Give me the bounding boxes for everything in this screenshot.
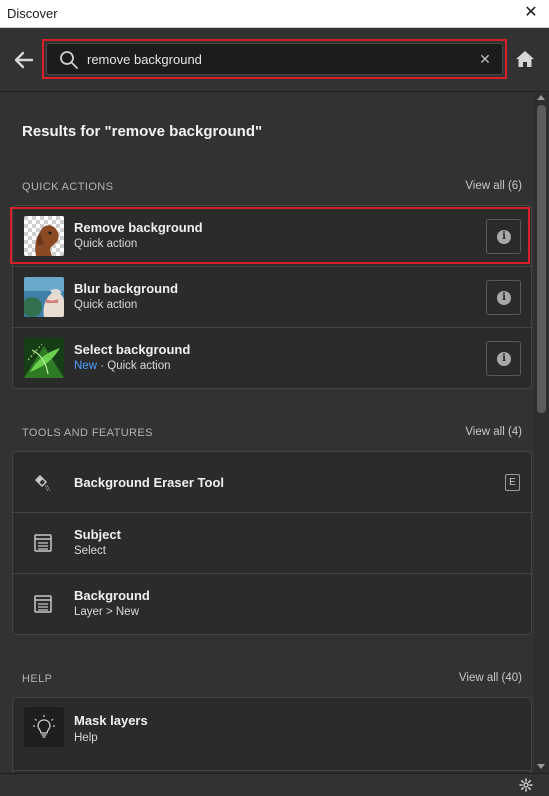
scroll-down-arrow[interactable] xyxy=(537,764,545,769)
view-all-quick-actions-link[interactable]: View all (6) xyxy=(465,180,522,192)
quick-action-subtitle: Quick action xyxy=(74,299,138,311)
home-icon[interactable] xyxy=(514,48,536,70)
info-icon: i xyxy=(497,230,511,244)
info-icon: i xyxy=(497,291,511,305)
tool-title: Background xyxy=(74,588,150,603)
close-window-button[interactable]: ✕ xyxy=(521,3,541,23)
footer xyxy=(0,773,549,796)
help-title: Mask layers xyxy=(74,713,148,728)
section-label-tools: TOOLS AND FEATURES xyxy=(22,427,153,439)
quick-actions-list: Remove background Quick action i Blur ba… xyxy=(12,205,532,389)
tool-background-eraser[interactable]: Background Eraser Tool E xyxy=(13,452,531,513)
tool-subject[interactable]: Subject Select xyxy=(13,513,531,574)
menu-icon xyxy=(34,534,52,552)
menu-icon xyxy=(34,595,52,613)
remove-background-thumbnail xyxy=(24,216,64,256)
gear-icon[interactable] xyxy=(519,778,533,792)
search-icon xyxy=(60,51,78,69)
info-button[interactable]: i xyxy=(486,341,521,376)
tool-title: Background Eraser Tool xyxy=(74,475,225,490)
tool-subtitle: Select xyxy=(74,545,106,557)
help-list: Mask layers Help xyxy=(12,697,532,777)
quick-action-subtitle: Quick action xyxy=(74,238,138,250)
view-all-help-link[interactable]: View all (40) xyxy=(459,672,522,684)
lightbulb-icon xyxy=(33,715,55,738)
vertical-scrollbar[interactable] xyxy=(534,93,549,773)
quick-action-title: Remove background xyxy=(74,220,203,235)
search-highlight: remove background ✕ xyxy=(42,39,507,79)
window-titlebar: Discover ✕ xyxy=(0,0,549,28)
scroll-up-arrow[interactable] xyxy=(537,95,545,100)
blur-background-thumbnail xyxy=(24,277,64,317)
window-title: Discover xyxy=(7,6,58,21)
background-eraser-icon xyxy=(34,474,51,491)
tools-list: Background Eraser Tool E Subject Select … xyxy=(12,451,532,635)
arrow-left-icon[interactable] xyxy=(12,48,36,72)
search-query[interactable]: remove background xyxy=(87,52,202,67)
select-background-thumbnail xyxy=(24,338,64,378)
results-title: Results for "remove background" xyxy=(22,123,263,140)
quick-action-title: Select background xyxy=(74,342,191,357)
info-button[interactable]: i xyxy=(486,219,521,254)
quick-action-subtitle-text: · Quick action xyxy=(100,360,171,372)
header: remove background ✕ xyxy=(0,28,549,92)
help-mask-layers[interactable]: Mask layers Help xyxy=(13,698,531,772)
section-label-help: HELP xyxy=(22,673,53,685)
tool-title: Subject xyxy=(74,527,121,542)
search-input[interactable]: remove background ✕ xyxy=(46,43,503,75)
help-thumbnail xyxy=(24,707,64,747)
shortcut-key: E xyxy=(505,474,520,491)
close-icon[interactable]: ✕ xyxy=(476,50,494,68)
quick-action-subtitle: New · Quick action xyxy=(74,360,171,372)
tool-background[interactable]: Background Layer > New xyxy=(13,574,531,634)
help-subtitle: Help xyxy=(74,732,98,744)
quick-action-remove-background[interactable]: Remove background Quick action i xyxy=(13,206,531,267)
view-all-tools-link[interactable]: View all (4) xyxy=(465,426,522,438)
quick-action-select-background[interactable]: Select background New · Quick action i xyxy=(13,328,531,388)
info-button[interactable]: i xyxy=(486,280,521,315)
info-icon: i xyxy=(497,352,511,366)
scroll-thumb[interactable] xyxy=(537,105,546,413)
new-badge: New xyxy=(74,360,98,372)
quick-action-blur-background[interactable]: Blur background Quick action i xyxy=(13,267,531,328)
quick-action-title: Blur background xyxy=(74,281,179,296)
section-label-quick-actions: QUICK ACTIONS xyxy=(22,181,114,193)
tool-subtitle: Layer > New xyxy=(74,606,139,618)
